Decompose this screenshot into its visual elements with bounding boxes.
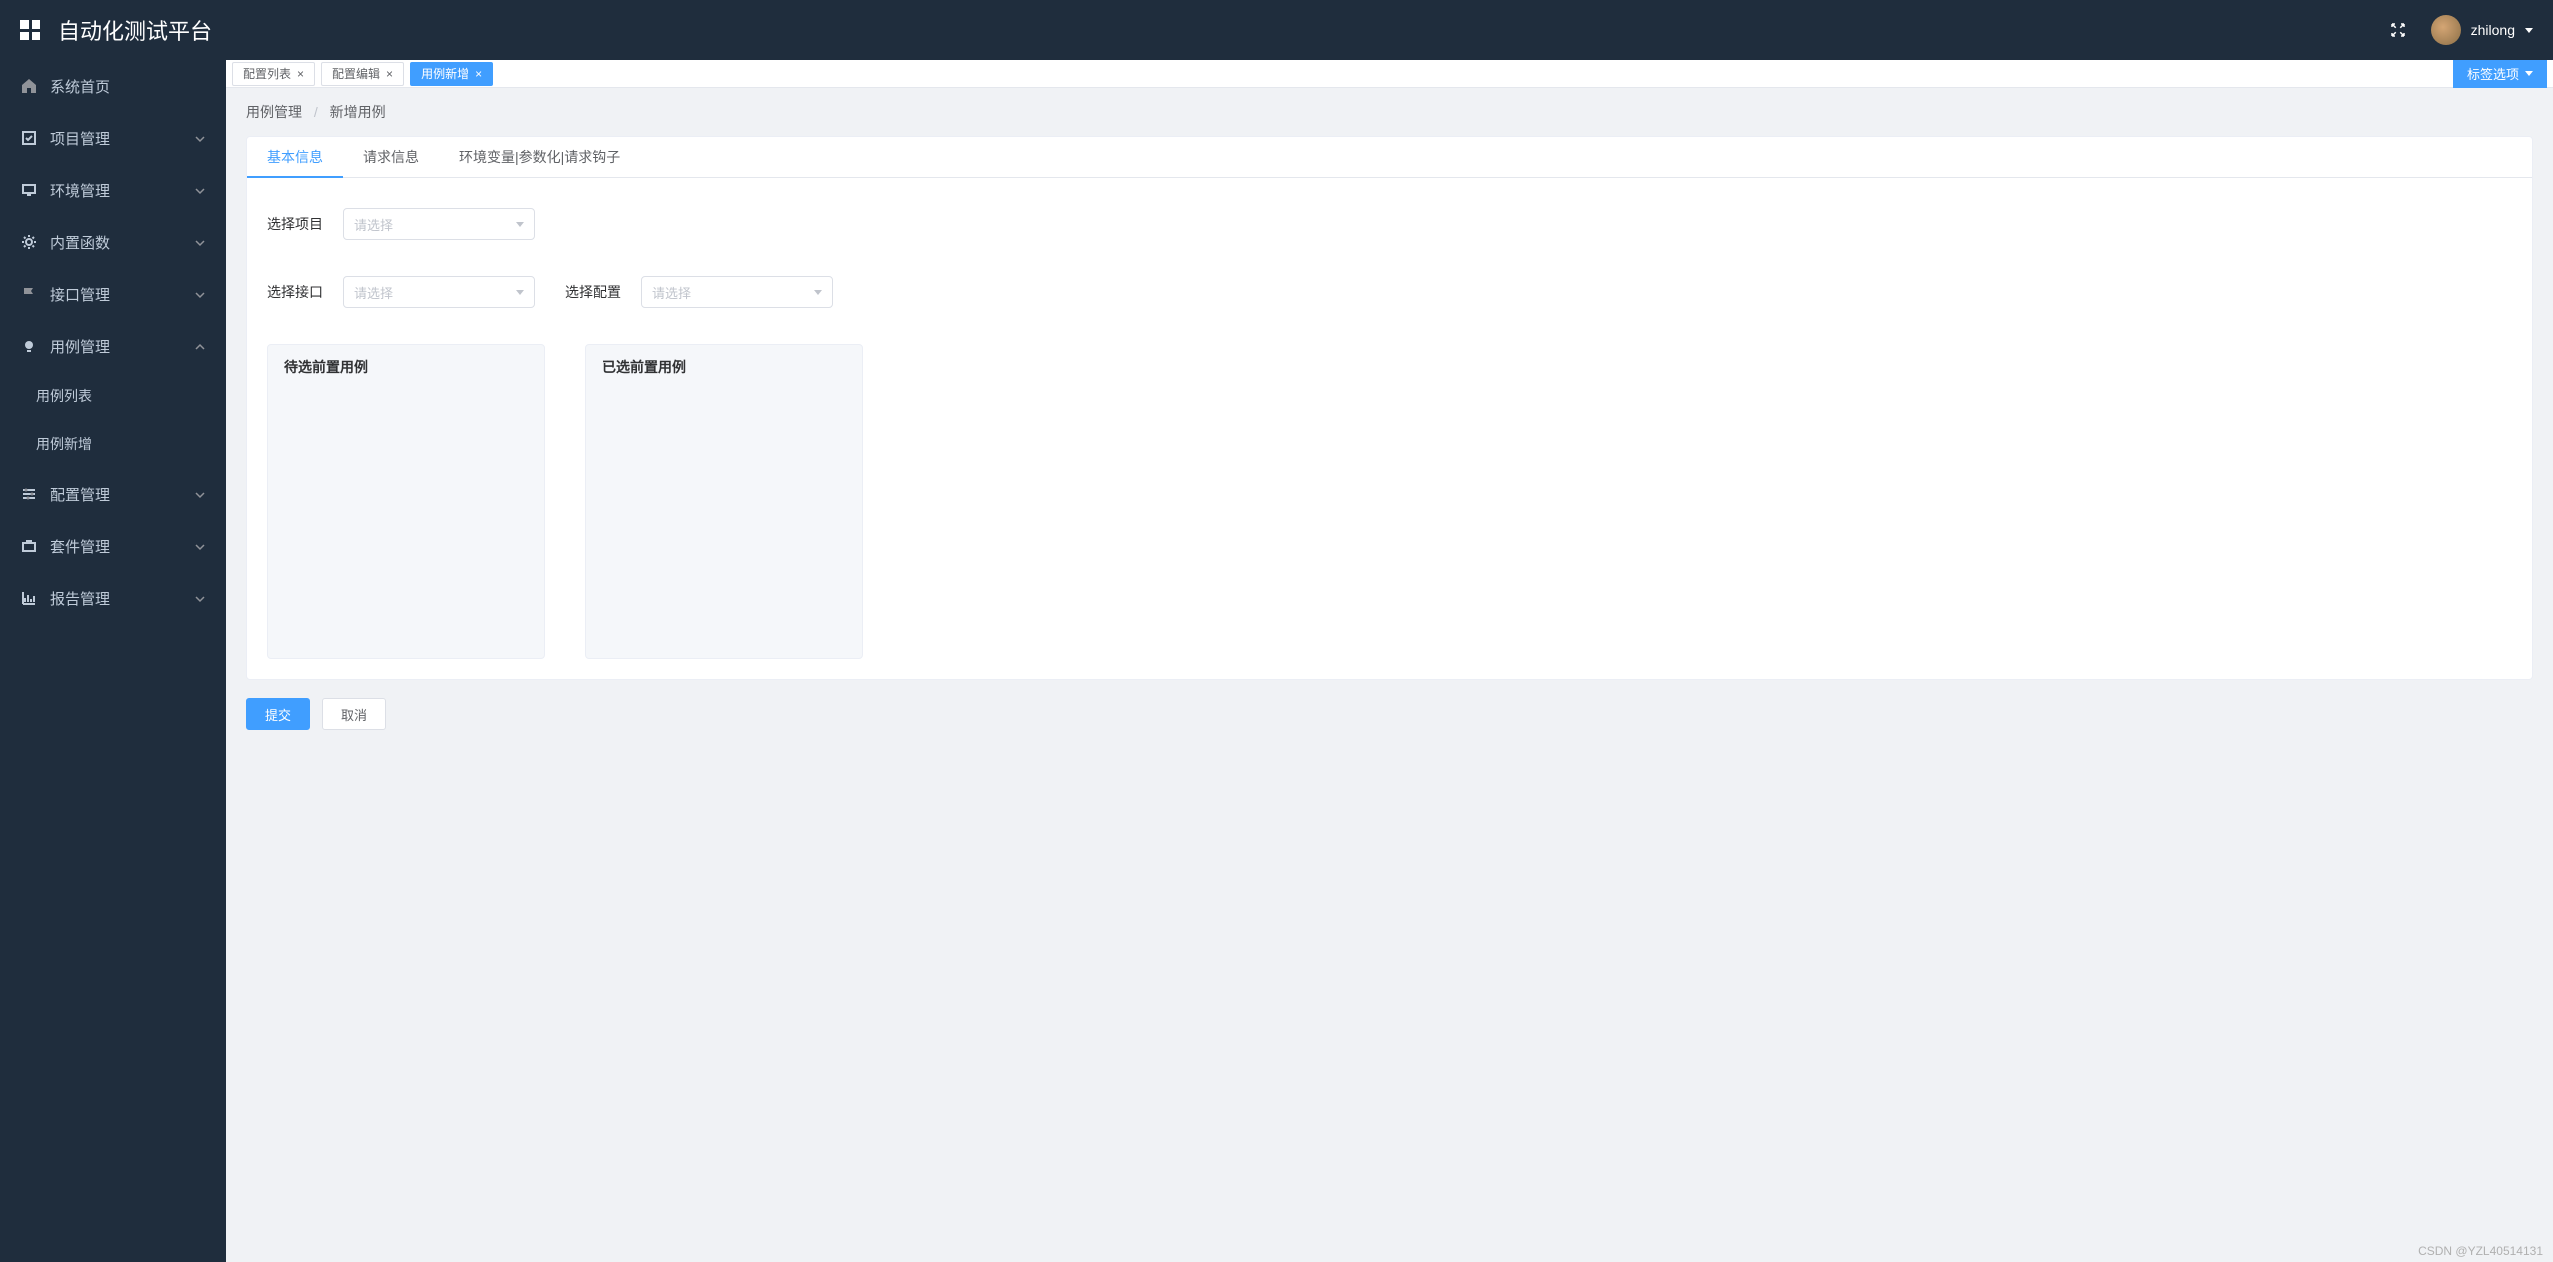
config-placeholder: 请选择 [652, 283, 691, 302]
project-placeholder: 请选择 [354, 215, 393, 234]
project-select[interactable]: 请选择 [343, 208, 535, 240]
api-select[interactable]: 请选择 [343, 276, 535, 308]
caret-down-icon [2525, 71, 2533, 76]
sidebar-item-0[interactable]: 系统首页 [0, 60, 226, 112]
sidebar-item-label: 项目管理 [50, 128, 110, 149]
chart-icon [20, 589, 38, 607]
sidebar-item-label: 用例管理 [50, 336, 110, 357]
sidebar-item-label: 环境管理 [50, 180, 110, 201]
chevron-down-icon [194, 540, 206, 552]
sidebar-item-7[interactable]: 套件管理 [0, 520, 226, 572]
tabs-options-label: 标签选项 [2467, 64, 2519, 83]
form-tab-2[interactable]: 环境变量|参数化|请求钩子 [439, 137, 640, 177]
project-label: 选择项目 [267, 214, 327, 234]
form-actions: 提交 取消 [246, 698, 2533, 730]
app-header: 自动化测试平台 zhilong [0, 0, 2553, 60]
breadcrumb-sep: / [314, 104, 318, 120]
home-icon [20, 77, 38, 95]
chevron-down-icon [194, 184, 206, 196]
username: zhilong [2471, 22, 2515, 38]
sidebar-subitem-5-0[interactable]: 用例列表 [0, 372, 226, 420]
user-menu[interactable]: zhilong [2431, 15, 2533, 45]
tab-label: 配置编辑 [332, 65, 380, 82]
chevron-down-icon [194, 132, 206, 144]
close-icon[interactable]: × [475, 68, 482, 80]
chevron-down-icon [194, 488, 206, 500]
transfer: 待选前置用例 已选前置用例 [267, 344, 2512, 659]
bulb-icon [20, 337, 38, 355]
watermark: CSDN @YZL40514131 [2418, 1244, 2543, 1258]
tab-label: 配置列表 [243, 65, 291, 82]
submit-button[interactable]: 提交 [246, 698, 310, 730]
caret-down-icon [2525, 28, 2533, 33]
main-content: 配置列表 × 配置编辑 × 用例新增 × 标签选项 用例管理 / 新增用例 基本信息请求信息… [226, 60, 2553, 1262]
sidebar-item-label: 报告管理 [50, 588, 110, 609]
sidebar-item-1[interactable]: 项目管理 [0, 112, 226, 164]
sidebar-item-4[interactable]: 接口管理 [0, 268, 226, 320]
transfer-right-title: 已选前置用例 [586, 345, 862, 389]
breadcrumb-second: 新增用例 [330, 104, 386, 120]
app-title: 自动化测试平台 [58, 14, 212, 46]
tab-2[interactable]: 用例新增 × [410, 62, 493, 86]
config-label: 选择配置 [565, 282, 625, 302]
form-item-api: 选择接口 请选择 [267, 276, 535, 308]
sidebar-subitem-5-1[interactable]: 用例新增 [0, 420, 226, 468]
api-placeholder: 请选择 [354, 283, 393, 302]
fullscreen-icon[interactable] [2389, 21, 2407, 39]
sidebar-item-2[interactable]: 环境管理 [0, 164, 226, 216]
chevron-down-icon [194, 592, 206, 604]
chevron-up-icon [194, 340, 206, 352]
sidebar-item-8[interactable]: 报告管理 [0, 572, 226, 624]
chevron-down-icon [194, 236, 206, 248]
sidebar-item-label: 内置函数 [50, 232, 110, 253]
monitor-icon [20, 181, 38, 199]
config-select[interactable]: 请选择 [641, 276, 833, 308]
sidebar-item-label: 系统首页 [50, 76, 110, 97]
breadcrumb-first: 用例管理 [246, 104, 302, 120]
form-body: 选择项目 请选择 选择接口 请选择 [247, 178, 2532, 679]
form-tabs: 基本信息请求信息环境变量|参数化|请求钩子 [247, 137, 2532, 178]
api-label: 选择接口 [267, 282, 327, 302]
transfer-left-title: 待选前置用例 [268, 345, 544, 389]
sidebar-item-6[interactable]: 配置管理 [0, 468, 226, 520]
sidebar-item-3[interactable]: 内置函数 [0, 216, 226, 268]
transfer-right[interactable]: 已选前置用例 [585, 344, 863, 659]
chevron-down-icon [516, 222, 524, 227]
tabs-bar: 配置列表 × 配置编辑 × 用例新增 × 标签选项 [226, 60, 2553, 88]
avatar [2431, 15, 2461, 45]
cancel-button[interactable]: 取消 [322, 698, 386, 730]
chevron-down-icon [194, 288, 206, 300]
header-right: zhilong [2389, 15, 2533, 45]
sidebar-item-label: 接口管理 [50, 284, 110, 305]
sidebar-item-label: 配置管理 [50, 484, 110, 505]
menu-toggle-icon[interactable] [20, 20, 40, 40]
check-icon [20, 129, 38, 147]
sidebar-item-label: 套件管理 [50, 536, 110, 557]
briefcase-icon [20, 537, 38, 555]
tabs-options-button[interactable]: 标签选项 [2453, 60, 2547, 88]
form-item-config: 选择配置 请选择 [565, 276, 833, 308]
sidebar-item-5[interactable]: 用例管理 [0, 320, 226, 372]
sidebar: 系统首页项目管理环境管理内置函数接口管理用例管理用例列表用例新增配置管理套件管理… [0, 60, 226, 1262]
form-tab-1[interactable]: 请求信息 [343, 137, 439, 177]
tab-0[interactable]: 配置列表 × [232, 62, 315, 86]
tab-label: 用例新增 [421, 65, 469, 82]
form-card: 基本信息请求信息环境变量|参数化|请求钩子 选择项目 请选择 [246, 136, 2533, 680]
header-left: 自动化测试平台 [20, 14, 212, 46]
form-item-project: 选择项目 请选择 [267, 208, 535, 240]
chevron-down-icon [516, 290, 524, 295]
breadcrumb: 用例管理 / 新增用例 [226, 88, 2553, 136]
transfer-left[interactable]: 待选前置用例 [267, 344, 545, 659]
flag-icon [20, 285, 38, 303]
gear-icon [20, 233, 38, 251]
chevron-down-icon [814, 290, 822, 295]
sliders-icon [20, 485, 38, 503]
close-icon[interactable]: × [297, 68, 304, 80]
form-tab-0[interactable]: 基本信息 [247, 137, 343, 177]
close-icon[interactable]: × [386, 68, 393, 80]
tab-1[interactable]: 配置编辑 × [321, 62, 404, 86]
